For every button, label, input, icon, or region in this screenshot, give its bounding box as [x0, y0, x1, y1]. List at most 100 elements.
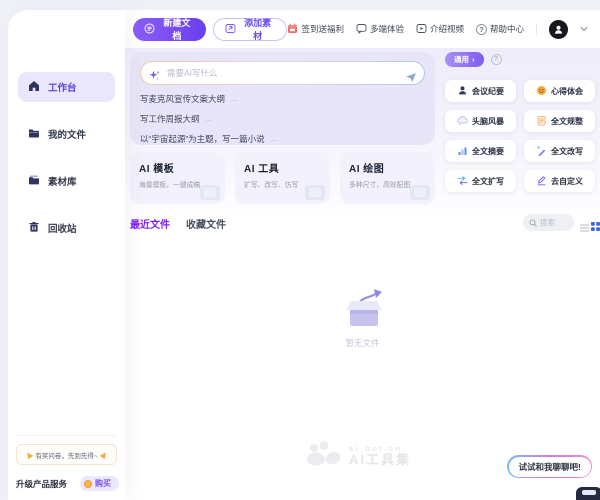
calendar-icon — [287, 23, 298, 36]
quick-btn-label: 全文摘要 — [472, 146, 504, 157]
sidebar-item-library[interactable]: 素材库 — [18, 166, 115, 196]
card-title: AI 工具 — [244, 160, 321, 175]
chat-invite-button[interactable]: 试试和我聊聊吧! — [509, 457, 591, 477]
header-divider — [536, 23, 537, 35]
ai-input-wrap — [140, 61, 425, 85]
quick-btn-label: 全文扩写 — [472, 176, 504, 187]
quick-btn-meeting-minutes[interactable]: 会议纪要 — [445, 80, 516, 102]
pen-cursor-icon — [536, 145, 547, 158]
card-illustration — [305, 185, 325, 200]
checkin-link[interactable]: 签到送福利 — [287, 23, 344, 36]
sidebar-item-my-files[interactable]: 我的文件 — [18, 119, 115, 149]
card-illustration — [410, 185, 430, 200]
folder-icon — [28, 127, 40, 142]
ai-drawing-card[interactable]: AI 绘图 多种尺寸，高效配图 — [340, 152, 435, 204]
survey-promo-text: 有奖问卷，先到先得~ — [35, 450, 97, 460]
survey-promo-banner[interactable]: 有奖问卷，先到先得~ — [16, 444, 117, 465]
trash-icon — [28, 221, 40, 236]
tab-favorite-files[interactable]: 收藏文件 — [186, 216, 226, 231]
file-search[interactable] — [523, 214, 574, 231]
prompt-suggestion[interactable]: 以“宇宙起源”为主题，写一篇小说 → — [140, 133, 425, 145]
intro-video-link[interactable]: 介绍视频 — [416, 23, 464, 36]
multi-device-label: 多端体验 — [370, 23, 404, 35]
help-icon: ? — [476, 24, 487, 35]
party-popper-icon — [25, 450, 33, 458]
empty-box-illustration — [338, 288, 390, 337]
new-doc-icon — [144, 23, 155, 36]
ai-prompt-input[interactable] — [141, 62, 424, 84]
header-links: 签到送福利 多端体验 介绍视频 ? 帮助中心 — [287, 20, 600, 39]
empty-state-text: 暂无文件 — [125, 337, 600, 349]
grid-view-icon[interactable] — [591, 218, 600, 236]
help-center-label: 帮助中心 — [490, 23, 524, 35]
sidebar-item-label: 我的文件 — [48, 127, 86, 141]
meeting-person-icon — [457, 85, 468, 98]
quick-btn-label: 全文改写 — [551, 146, 583, 157]
thought-bubble-icon — [457, 115, 468, 128]
chat-bubble-icon — [356, 23, 367, 36]
chevron-right-icon: › — [472, 55, 475, 64]
quick-btn-reflections[interactable]: 心得体会 — [524, 80, 595, 102]
search-icon — [529, 214, 537, 232]
buy-button[interactable]: 购买 — [80, 476, 119, 491]
quick-btn-summary[interactable]: 全文摘要 — [445, 140, 516, 162]
category-tag-label: 通用 — [454, 54, 469, 65]
upgrade-label: 升级产品服务 — [16, 478, 67, 490]
quick-btn-normalize-text[interactable]: 全文规整 — [524, 110, 595, 132]
quick-btn-expand-text[interactable]: 全文扩写 — [445, 170, 516, 192]
sidebar-divider — [16, 435, 117, 436]
quick-btn-customize[interactable]: 去自定义 — [524, 170, 595, 192]
card-title: AI 绘图 — [349, 160, 426, 175]
sidebar-item-label: 素材库 — [48, 174, 77, 188]
sidebar: 工作台 我的文件 素材库 回收站 有奖问卷，先到先得~ 升级产品服务 — [8, 10, 125, 500]
home-icon — [28, 80, 40, 95]
ai-tools-card[interactable]: AI 工具 扩写、改写、仿写 — [235, 152, 330, 204]
document-icon — [536, 115, 547, 128]
quick-btn-label: 会议纪要 — [472, 86, 504, 97]
category-tag[interactable]: 通用 › — [445, 52, 484, 67]
arrow-right-icon: → — [230, 95, 238, 104]
search-input[interactable] — [540, 218, 570, 227]
ai-template-card[interactable]: AI 模板 海量模板，一键成稿 — [130, 152, 225, 204]
chatbot-robot-icon[interactable] — [576, 487, 600, 500]
panel-header: 通用 › ? — [445, 52, 595, 67]
add-material-button[interactable]: 添加素材 — [213, 18, 288, 41]
quick-btn-label: 全文规整 — [551, 116, 583, 127]
panel-help-icon[interactable]: ? — [491, 54, 502, 65]
sidebar-item-label: 回收站 — [48, 221, 77, 235]
help-center-link[interactable]: ? 帮助中心 — [476, 23, 524, 35]
watermark-text: ai-bot.cn AI工具集 — [349, 445, 411, 469]
smiley-icon — [536, 85, 547, 98]
file-tabs: 最近文件 收藏文件 — [130, 216, 226, 231]
list-view-icon[interactable] — [580, 219, 589, 237]
suggestion-text: 写工作周报大纲 — [140, 113, 200, 125]
quick-btn-rewrite[interactable]: 全文改写 — [524, 140, 595, 162]
coin-icon — [84, 480, 92, 488]
send-icon[interactable] — [406, 69, 416, 87]
pencil-icon — [536, 175, 547, 188]
checkin-label: 签到送福利 — [301, 23, 344, 35]
new-document-button[interactable]: 新建文档 — [133, 18, 206, 41]
arrow-right-icon: → — [205, 115, 213, 124]
chart-icon — [457, 145, 468, 158]
multi-device-link[interactable]: 多端体验 — [356, 23, 404, 36]
prompt-suggestion[interactable]: 写麦克风宣传文案大纲 → — [140, 93, 425, 105]
expand-arrows-icon — [457, 175, 468, 188]
top-header: 新建文档 添加素材 签到送福利 多端体验 介绍视频 ? 帮助中心 — [125, 10, 600, 48]
sidebar-item-workspace[interactable]: 工作台 — [18, 72, 115, 102]
chat-invite-wrap: 试试和我聊聊吧! — [507, 455, 592, 478]
sidebar-item-recycle-bin[interactable]: 回收站 — [18, 213, 115, 243]
paw-logo-icon — [306, 441, 342, 472]
video-icon — [416, 23, 427, 36]
sidebar-item-label: 工作台 — [48, 80, 77, 94]
add-material-label: 添加素材 — [240, 16, 276, 42]
sidebar-nav: 工作台 我的文件 素材库 回收站 — [18, 72, 115, 260]
tab-recent-files[interactable]: 最近文件 — [130, 216, 170, 231]
watermark: ai-bot.cn AI工具集 — [306, 441, 411, 472]
quick-btn-brainstorm[interactable]: 头脑风暴 — [445, 110, 516, 132]
suggestion-text: 以“宇宙起源”为主题，写一篇小说 — [140, 133, 265, 145]
prompt-suggestion[interactable]: 写工作周报大纲 → — [140, 113, 425, 125]
chevron-down-icon[interactable] — [580, 24, 588, 34]
party-popper-icon — [99, 450, 107, 458]
avatar[interactable] — [549, 20, 568, 39]
